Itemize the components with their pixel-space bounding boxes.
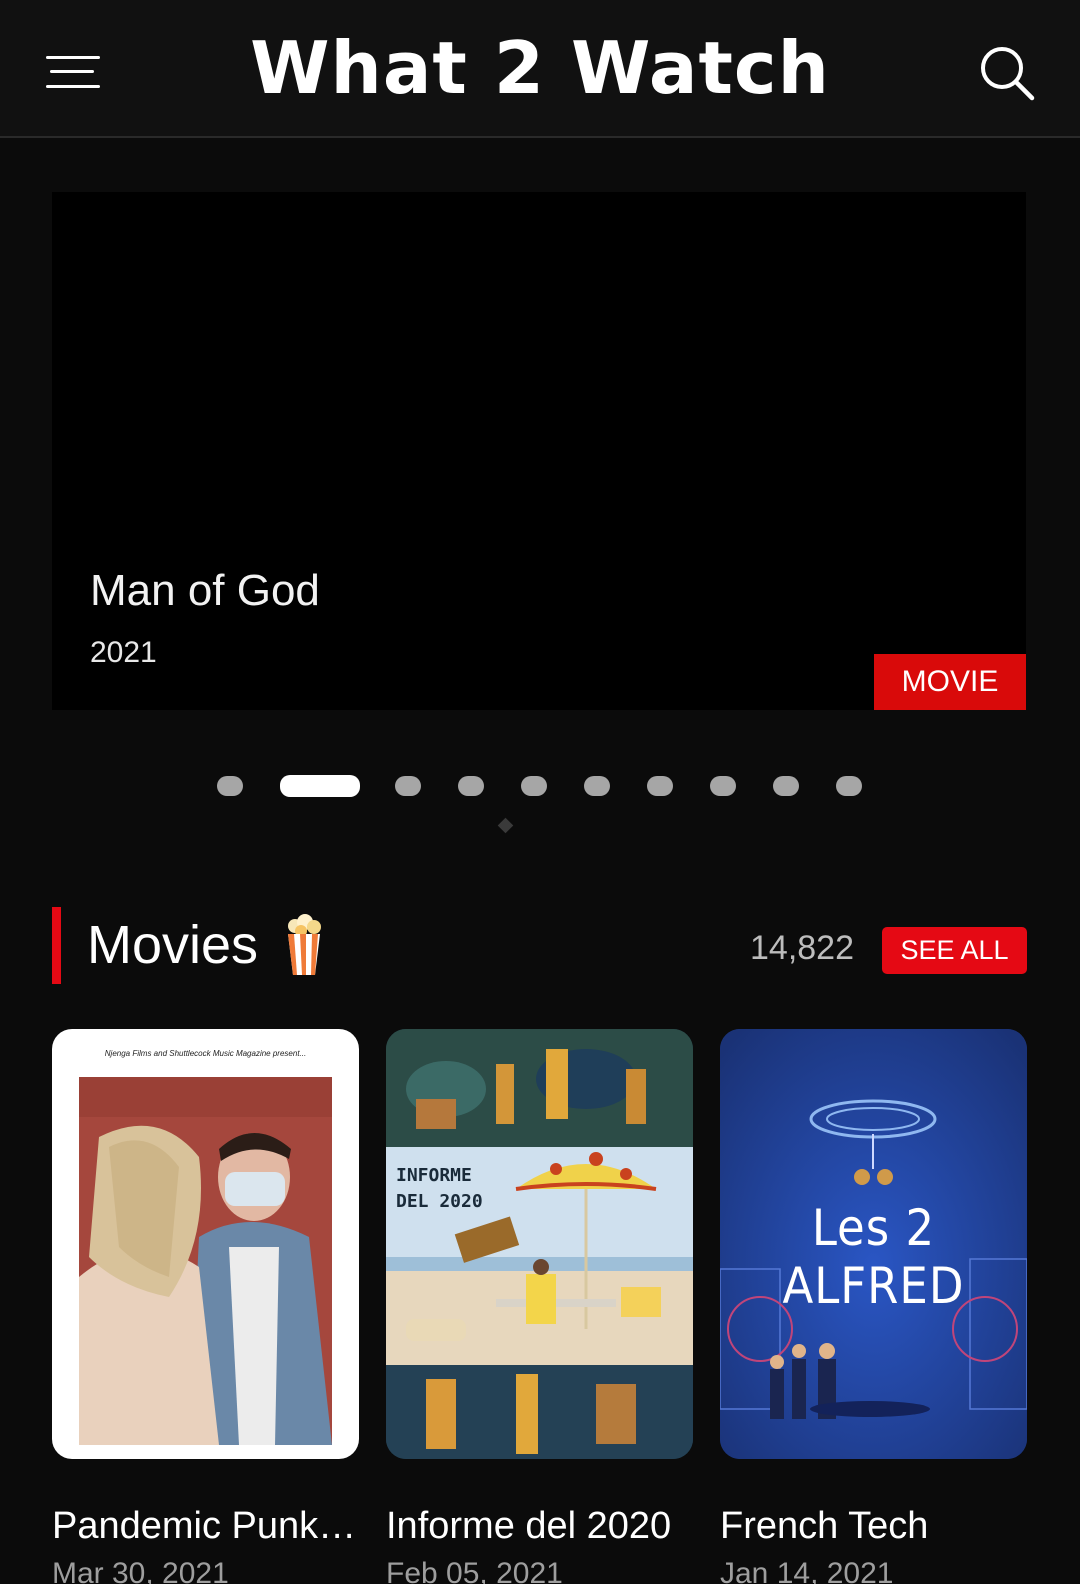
poster-title-text: Les 2 ALFRED bbox=[782, 1199, 965, 1315]
movie-title: French Tech bbox=[720, 1505, 929, 1547]
carousel-dot[interactable] bbox=[773, 776, 799, 796]
movie-date: Mar 30, 2021 bbox=[52, 1557, 229, 1584]
hero-title: Man of God bbox=[90, 566, 320, 615]
movie-card[interactable]: Njenga Films and Shuttlecock Music Magaz… bbox=[52, 1029, 359, 1584]
see-all-button[interactable]: SEE ALL bbox=[882, 927, 1027, 974]
search-button[interactable] bbox=[978, 44, 1036, 102]
movie-date: Jan 14, 2021 bbox=[720, 1557, 894, 1584]
carousel-dot[interactable] bbox=[521, 776, 547, 796]
movie-date: Feb 05, 2021 bbox=[386, 1557, 563, 1584]
carousel-dot-active[interactable] bbox=[280, 775, 360, 797]
hero-year: 2021 bbox=[90, 636, 157, 669]
movie-card[interactable]: INFORME DEL 2020 Informe del 2020 Feb 05… bbox=[386, 1029, 693, 1584]
carousel-dot[interactable] bbox=[647, 776, 673, 796]
carousel-dot[interactable] bbox=[217, 776, 243, 796]
search-icon bbox=[981, 47, 1035, 101]
movie-poster: INFORME DEL 2020 bbox=[386, 1029, 693, 1459]
movie-title: Informe del 2020 bbox=[386, 1505, 672, 1547]
hero-type-badge: MOVIE bbox=[874, 654, 1026, 710]
hero-banner[interactable]: Man of God 2021 MOVIE bbox=[52, 192, 1026, 710]
movie-poster: Njenga Films and Shuttlecock Music Magaz… bbox=[52, 1029, 359, 1459]
section-title: Movies bbox=[87, 915, 259, 975]
movie-card[interactable]: Les 2 ALFRED French Tech Jan 14, 2021 bbox=[720, 1029, 1027, 1584]
menu-button[interactable] bbox=[46, 54, 100, 90]
carousel-dot[interactable] bbox=[584, 776, 610, 796]
carousel-dot[interactable] bbox=[458, 776, 484, 796]
poster-credit-text: Njenga Films and Shuttlecock Music Magaz… bbox=[104, 1049, 307, 1058]
menu-icon-line bbox=[46, 56, 100, 59]
poster-title-text: INFORME DEL 2020 bbox=[396, 1165, 483, 1212]
carousel-dot[interactable] bbox=[836, 776, 862, 796]
movie-count: 14,822 bbox=[750, 929, 854, 967]
section-accent-bar bbox=[52, 907, 61, 984]
popcorn-icon bbox=[288, 914, 321, 975]
app-header: What 2 Watch bbox=[0, 0, 1080, 138]
scroll-indicator bbox=[497, 817, 514, 834]
poster-photo bbox=[79, 1077, 332, 1445]
app-title: What 2 Watch bbox=[250, 26, 830, 110]
menu-icon-line bbox=[46, 85, 100, 88]
carousel-dot[interactable] bbox=[710, 776, 736, 796]
carousel-dot[interactable] bbox=[395, 776, 421, 796]
movie-poster: Les 2 ALFRED bbox=[720, 1029, 1027, 1459]
menu-icon-line bbox=[50, 70, 94, 73]
movie-title: Pandemic Punk ... bbox=[52, 1505, 359, 1547]
